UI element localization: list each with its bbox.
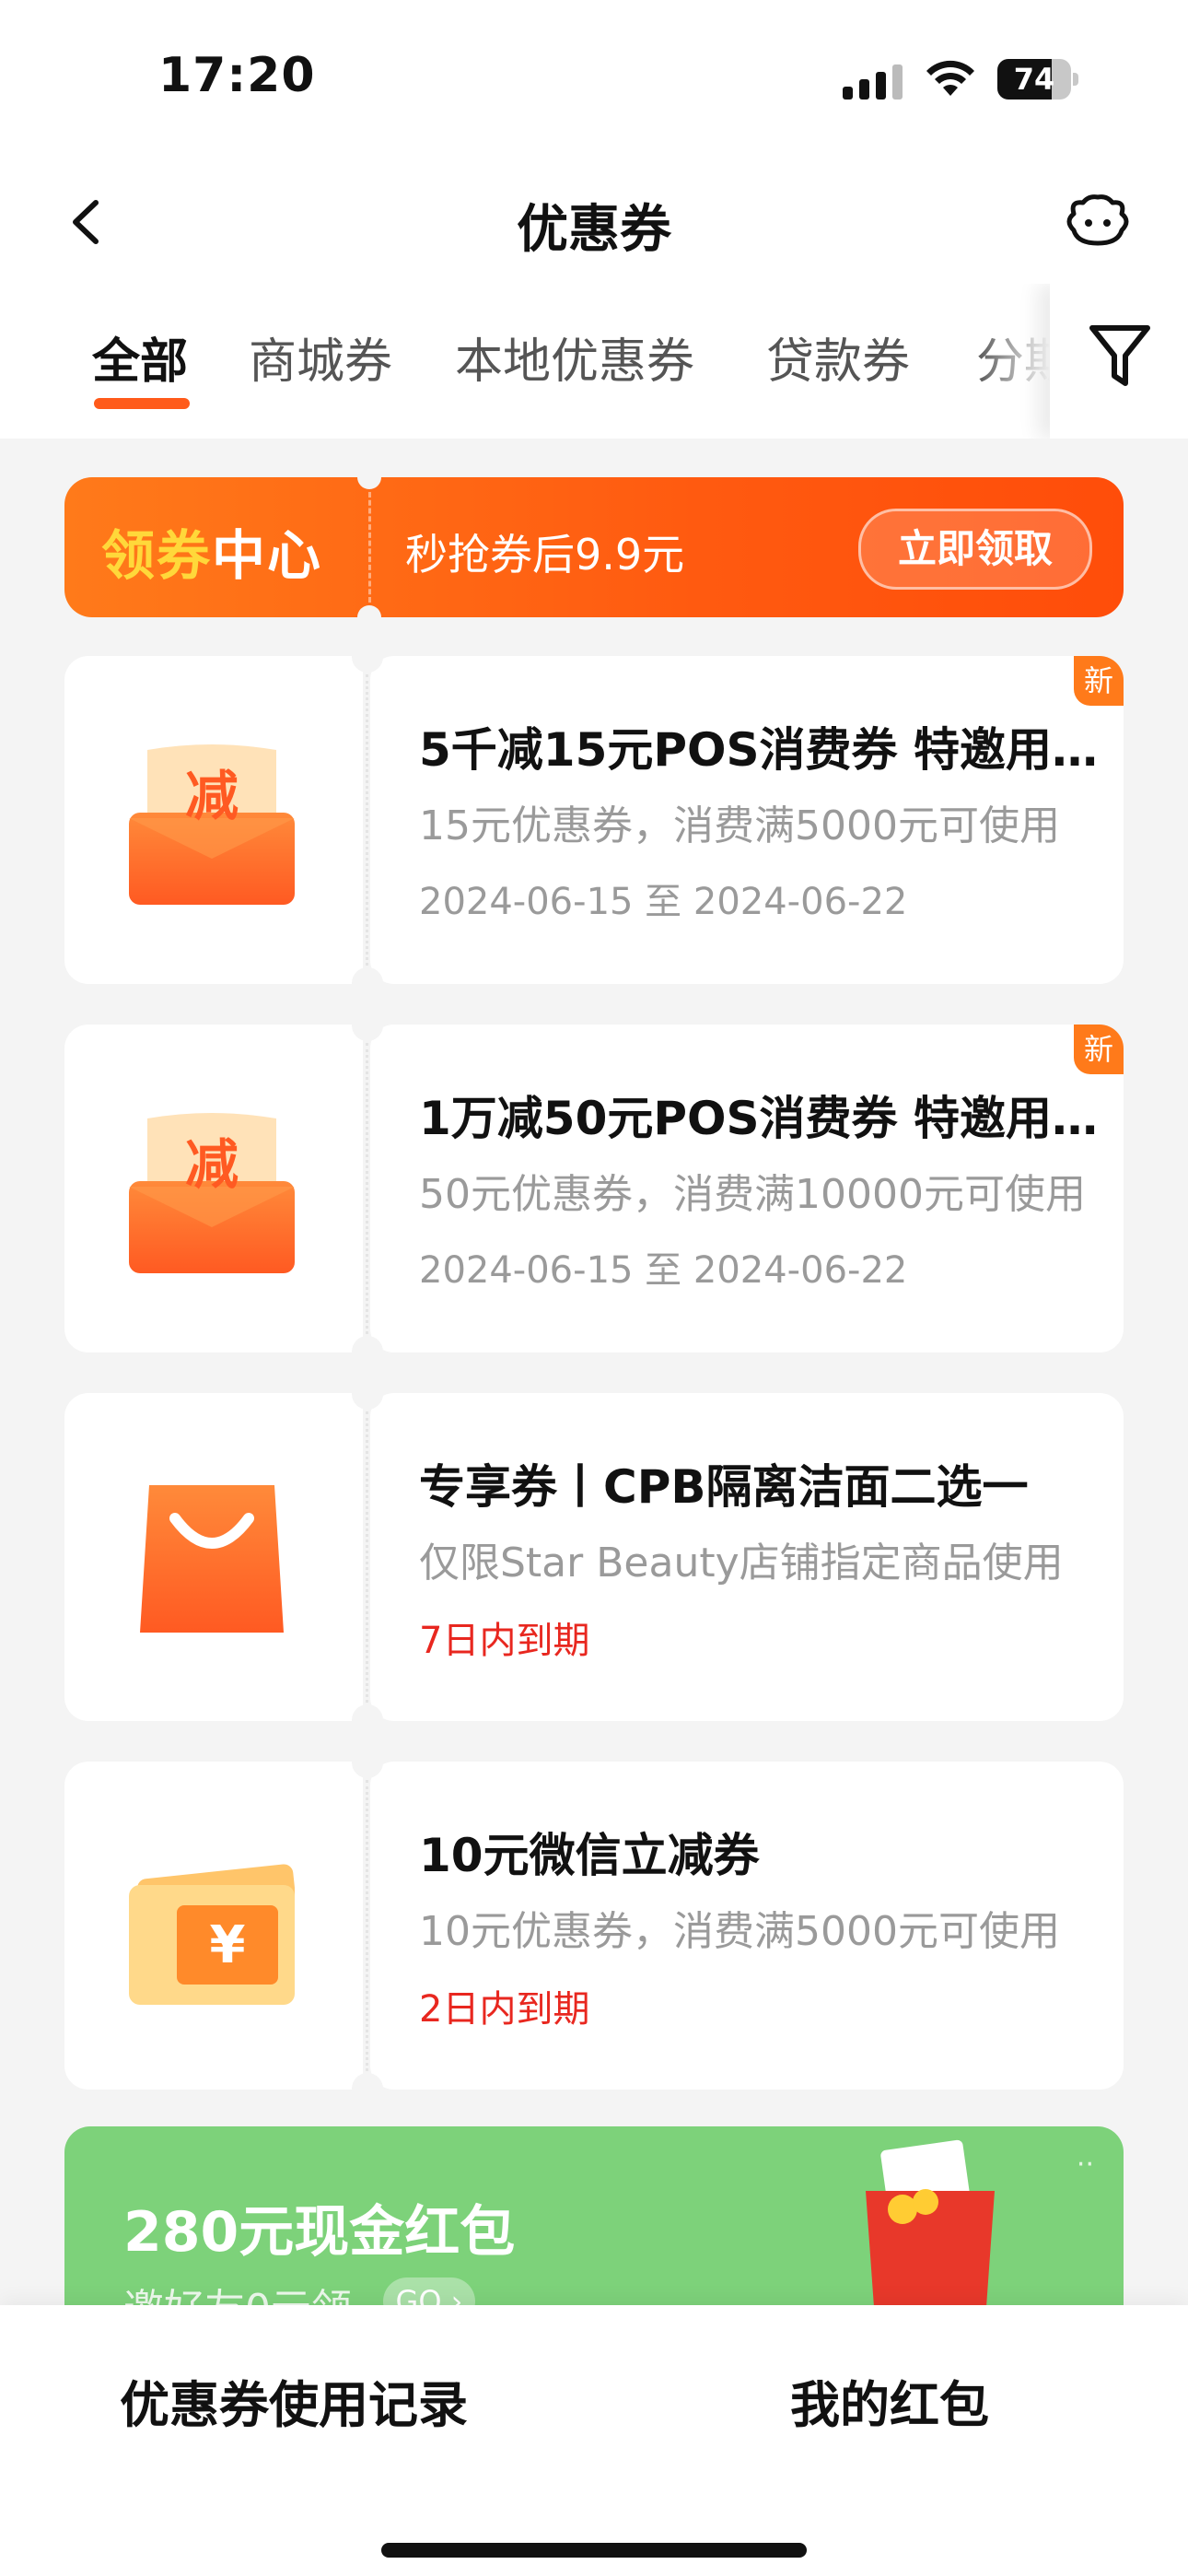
home-indicator: [381, 2543, 807, 2558]
status-bar: 17:20 74: [0, 0, 1188, 157]
customer-service-robot-icon[interactable]: [1061, 193, 1135, 249]
coupon-title: 专享券丨CPB隔离洁面二选一: [419, 1460, 1029, 1514]
coupon-expiry: 2日内到期: [419, 1988, 590, 2031]
red-packet-title: 280元现金红包: [123, 2200, 516, 2265]
page-title: 优惠券: [517, 200, 671, 260]
coupon-card[interactable]: ¥ 10元微信立减券 10元优惠券，消费满5000元可使用 2日内到期: [64, 1747, 1124, 2104]
banner-notch: [357, 477, 381, 489]
coupon-validity: 2024-06-15 至 2024-06-22: [419, 881, 908, 923]
coupon-validity: 2024-06-15 至 2024-06-22: [419, 1249, 908, 1292]
svg-text:¥: ¥: [210, 1915, 246, 1975]
battery-level: 74: [1013, 62, 1055, 97]
new-badge: 新: [1074, 656, 1124, 706]
coupon-card[interactable]: 减 5千减15元POS消费券 特邀用户专享 15元优惠券，消费满5000元可使用…: [64, 641, 1124, 999]
coupon-center-title: 领券中心: [101, 524, 323, 587]
coupon-desc: 15元优惠券，消费满5000元可使用: [419, 802, 1060, 849]
active-tab-indicator: [94, 398, 190, 409]
status-time: 17:20: [158, 48, 316, 103]
coupon-title: 10元微信立减券: [419, 1829, 760, 1882]
discount-envelope-icon: 减: [129, 1113, 295, 1273]
my-red-packets-link[interactable]: 我的红包: [790, 2364, 989, 2437]
svg-text:减: 减: [185, 1133, 239, 1196]
yuan-ticket-icon: ¥: [129, 1864, 295, 2005]
claim-now-button[interactable]: 立即领取: [858, 509, 1092, 590]
new-badge: 新: [1074, 1025, 1124, 1074]
coupon-desc: 50元优惠券，消费满10000元可使用: [419, 1171, 1086, 1218]
wifi-icon: [926, 60, 974, 96]
banner-divider: [368, 492, 371, 603]
red-packet-icon: [866, 2139, 995, 2320]
tab-bar: 全部 商城券 本地优惠券 贷款券 分期: [0, 284, 1188, 439]
coupon-center-subtitle: 秒抢券后9.9元: [405, 530, 685, 580]
coupon-title: 1万减50元POS消费券 特邀用户专享: [419, 1092, 1119, 1145]
coupon-center-banner[interactable]: 领券中心 秒抢券后9.9元 立即领取: [64, 477, 1124, 617]
coupon-desc: 10元优惠券，消费满5000元可使用: [419, 1908, 1060, 1955]
coupon-card[interactable]: 专享券丨CPB隔离洁面二选一 仅限Star Beauty店铺指定商品使用 7日内…: [64, 1378, 1124, 1736]
tab-loan[interactable]: 贷款券: [766, 322, 910, 392]
coupon-title: 5千减15元POS消费券 特邀用户专享: [419, 723, 1119, 777]
coupon-history-link[interactable]: 优惠券使用记录: [120, 2364, 468, 2437]
nav-header: 优惠券: [0, 157, 1188, 286]
coupon-desc: 仅限Star Beauty店铺指定商品使用: [419, 1540, 1064, 1587]
battery-icon: 74: [997, 59, 1078, 100]
tab-local[interactable]: 本地优惠券: [455, 322, 694, 392]
tab-mall[interactable]: 商城券: [249, 322, 392, 392]
filter-funnel-icon: [1089, 325, 1150, 386]
cellular-signal-icon: [843, 64, 903, 100]
coupon-expiry: 7日内到期: [419, 1620, 590, 1662]
bottom-bar: 优惠券使用记录 我的红包: [0, 2305, 1188, 2576]
filter-button[interactable]: [1050, 284, 1188, 439]
banner-notch: [357, 605, 381, 617]
more-dots-icon: ··: [1076, 2149, 1094, 2181]
coupon-card[interactable]: 减 1万减50元POS消费券 特邀用户专享 50元优惠券，消费满10000元可使…: [64, 1010, 1124, 1367]
tab-all[interactable]: 全部: [92, 322, 188, 392]
discount-envelope-icon: 减: [129, 744, 295, 905]
svg-text:减: 减: [185, 765, 239, 827]
tab-fade: [976, 284, 1050, 439]
shopping-bag-icon: [140, 1485, 284, 1633]
